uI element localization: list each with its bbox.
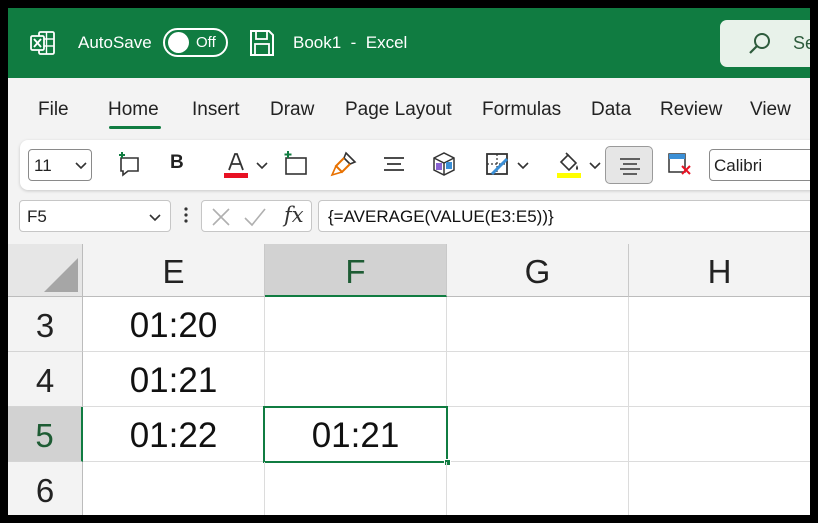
title-bar: AutoSave Off Book1 - Excel Se <box>8 8 810 78</box>
chevron-down-icon[interactable] <box>589 162 601 170</box>
cell-f4[interactable] <box>265 352 447 407</box>
row-header-4[interactable]: 4 <box>8 352 83 407</box>
formula-bar: F5 fx {=AVERAGE(VALUE(E3:E5))} <box>8 196 810 246</box>
row-header-6[interactable]: 6 <box>8 462 83 515</box>
center-align-button[interactable] <box>605 146 653 184</box>
cell-e5[interactable]: 01:22 <box>83 407 265 462</box>
cell-f5-active[interactable]: 01:21 <box>263 406 448 463</box>
ribbon: 11 B Calibri <box>20 140 810 190</box>
chevron-down-icon[interactable] <box>256 162 268 170</box>
font-size-select[interactable]: 11 <box>28 149 92 181</box>
cell-h5[interactable] <box>629 407 810 462</box>
excel-window: AutoSave Off Book1 - Excel Se File Home … <box>8 8 810 515</box>
name-box-value: F5 <box>27 207 47 226</box>
font-color-icon[interactable] <box>222 150 250 178</box>
formula-text: {=AVERAGE(VALUE(E3:E5))} <box>328 207 554 226</box>
search-icon <box>749 33 770 54</box>
chevron-down-icon[interactable] <box>517 162 529 170</box>
tab-view[interactable]: View <box>750 99 791 121</box>
chevron-down-icon <box>75 162 87 170</box>
autosave-state: Off <box>196 34 216 51</box>
borders-icon[interactable] <box>483 150 511 178</box>
autosave-label: AutoSave <box>78 33 152 52</box>
search-box[interactable]: Se <box>720 20 810 67</box>
name-box[interactable]: F5 <box>19 200 171 232</box>
autosave-toggle[interactable]: Off <box>163 28 228 57</box>
save-icon[interactable] <box>249 29 275 57</box>
column-header-f[interactable]: F <box>265 244 447 297</box>
align-center-icon[interactable] <box>380 150 408 178</box>
more-options-icon[interactable] <box>184 205 188 225</box>
cell-e3[interactable]: 01:20 <box>83 297 265 352</box>
tab-page-layout[interactable]: Page Layout <box>345 99 452 121</box>
tab-home[interactable]: Home <box>108 99 159 121</box>
insert-function-button[interactable]: fx <box>284 203 304 227</box>
select-all-corner[interactable] <box>8 244 83 297</box>
formula-buttons: fx <box>201 200 312 232</box>
spreadsheet-grid: E F G H 3 01:20 4 01:21 5 01:22 01:21 6 <box>8 244 810 515</box>
cell-h6[interactable] <box>629 462 810 515</box>
new-comment-icon[interactable] <box>116 150 144 178</box>
cell-g4[interactable] <box>447 352 629 407</box>
active-tab-indicator <box>109 126 161 129</box>
cube-icon[interactable] <box>430 150 458 178</box>
cell-e6[interactable] <box>83 462 265 515</box>
cell-e4[interactable]: 01:21 <box>83 352 265 407</box>
cancel-icon[interactable] <box>211 207 231 227</box>
tab-review[interactable]: Review <box>660 99 722 121</box>
column-header-g[interactable]: G <box>447 244 629 297</box>
clear-icon[interactable] <box>665 150 693 178</box>
bold-button[interactable]: B <box>170 152 184 174</box>
ribbon-area: 11 B Calibri <box>8 136 810 196</box>
tab-data[interactable]: Data <box>591 99 631 121</box>
cell-h4[interactable] <box>629 352 810 407</box>
cell-f3[interactable] <box>265 297 447 352</box>
fill-color-icon[interactable] <box>555 150 583 178</box>
select-all-triangle-icon <box>44 258 78 292</box>
cell-g5[interactable] <box>447 407 629 462</box>
cell-g6[interactable] <box>447 462 629 515</box>
row-header-5[interactable]: 5 <box>8 407 83 462</box>
center-align-icon <box>620 158 640 175</box>
menu-bar: File Home Insert Draw Page Layout Formul… <box>8 78 810 136</box>
column-header-h[interactable]: H <box>629 244 810 297</box>
font-name-value: Calibri <box>714 156 763 175</box>
search-placeholder: Se <box>793 33 810 53</box>
tab-draw[interactable]: Draw <box>270 99 314 121</box>
cell-h3[interactable] <box>629 297 810 352</box>
tab-insert[interactable]: Insert <box>192 99 240 121</box>
document-title: Book1 - Excel <box>293 33 408 52</box>
insert-cells-icon[interactable] <box>282 150 310 178</box>
font-size-value: 11 <box>34 156 52 175</box>
formula-input[interactable]: {=AVERAGE(VALUE(E3:E5))} <box>318 200 810 232</box>
format-painter-icon[interactable] <box>330 150 358 178</box>
font-name-select[interactable]: Calibri <box>709 149 810 181</box>
row-header-3[interactable]: 3 <box>8 297 83 352</box>
tab-formulas[interactable]: Formulas <box>482 99 561 121</box>
cell-f6[interactable] <box>265 462 447 515</box>
cell-g3[interactable] <box>447 297 629 352</box>
chevron-down-icon[interactable] <box>149 214 161 222</box>
tab-file[interactable]: File <box>38 99 69 121</box>
confirm-icon[interactable] <box>243 207 267 227</box>
excel-logo-icon[interactable] <box>30 30 56 56</box>
toggle-knob <box>168 32 189 53</box>
column-header-e[interactable]: E <box>83 244 265 297</box>
